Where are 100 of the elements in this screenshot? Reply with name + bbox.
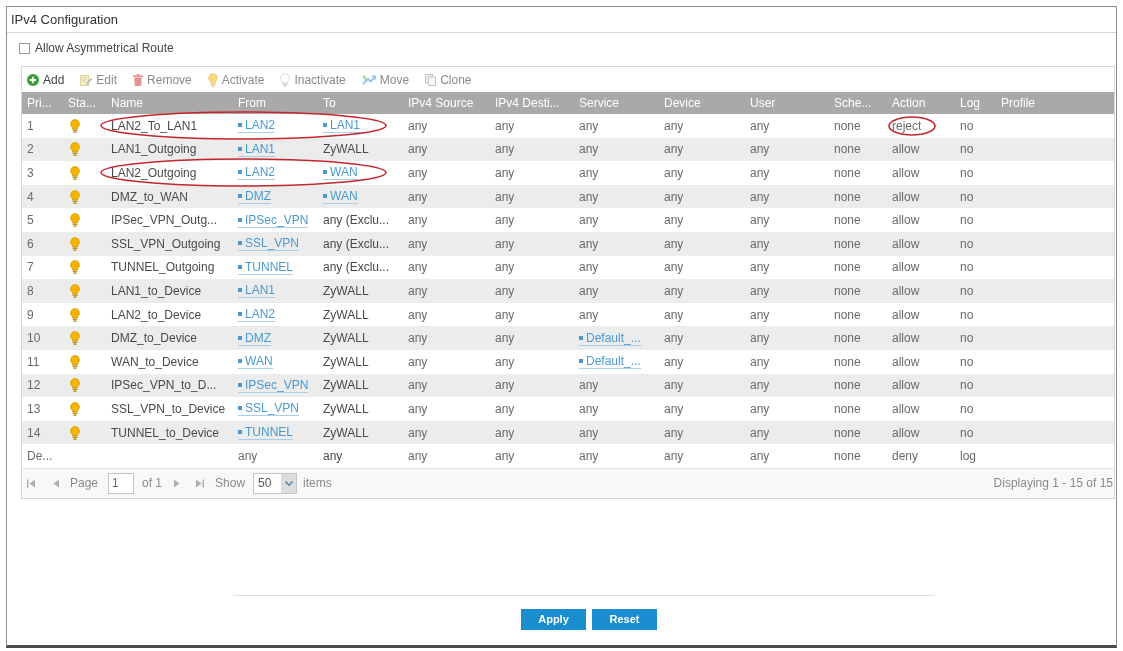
skip-end-icon[interactable] — [195, 478, 205, 488]
table-cell-text: none — [834, 259, 861, 277]
square-bullet-icon — [238, 170, 242, 175]
table-row[interactable]: 8 LAN1_to_Device LAN1 ZyWALL any any any any any none allow no — [22, 279, 1114, 303]
triangle-right-icon[interactable] — [174, 478, 181, 488]
table-cell-text: none — [834, 235, 861, 253]
table-row[interactable]: 10 DMZ_to_Device DMZ ZyWALL any any Default_... any any none allow no — [22, 326, 1114, 350]
table-cell-text: any — [579, 259, 599, 277]
table-cell-text: no — [960, 141, 974, 159]
table-link[interactable]: LAN1 — [323, 118, 361, 134]
move-arrows-icon — [361, 73, 376, 86]
table-cell-text: DMZ_to_Device — [111, 330, 198, 348]
table-cell-text: 10 — [27, 330, 41, 348]
column-header[interactable]: IPv4 Desti... — [495, 94, 560, 112]
page-label: Page — [70, 475, 99, 493]
trash-icon — [133, 73, 144, 86]
square-bullet-icon — [238, 241, 242, 246]
table-link[interactable]: TUNNEL — [238, 425, 293, 440]
table-cell-text: 14 — [27, 424, 41, 442]
lightbulb-icon — [207, 72, 218, 87]
column-header[interactable]: Pri... — [27, 94, 52, 112]
table-cell-text: allow — [892, 259, 920, 277]
table-cell-text: no — [960, 235, 974, 253]
table-link[interactable]: WAN — [238, 354, 273, 370]
square-bullet-icon — [238, 382, 242, 387]
column-header[interactable]: To — [323, 94, 336, 112]
page-input[interactable]: 1 — [108, 472, 135, 494]
table-cell-text: WAN_to_Device — [111, 353, 199, 371]
table-cell-text: allow — [892, 330, 920, 348]
table-cell-text: any — [664, 188, 684, 206]
table-cell-text: any — [750, 117, 770, 135]
table-link[interactable]: Default_... — [579, 330, 641, 346]
table-link[interactable]: LAN2 — [238, 165, 276, 181]
table-row[interactable]: 12 IPSec_VPN_to_D... IPSec_VPN ZyWALL any any any any any none allow no — [22, 373, 1114, 398]
table-row[interactable]: 14 TUNNEL_to_Device TUNNEL ZyWALL any any any any any none allow no — [22, 420, 1114, 445]
table-link[interactable]: LAN1 — [238, 283, 276, 299]
column-header[interactable]: Device — [664, 94, 701, 112]
checkbox-label[interactable]: Allow Asymmetrical Route — [35, 39, 174, 57]
column-header[interactable]: Profile — [1001, 94, 1035, 112]
table-link[interactable]: LAN2 — [238, 307, 276, 323]
table-cell-text: no — [960, 188, 974, 206]
table-cell-text: 12 — [27, 377, 41, 395]
table-link[interactable]: LAN2 — [238, 118, 276, 134]
table-cell-text: any — [664, 377, 684, 395]
table-cell-text: DMZ_to_WAN — [111, 188, 188, 206]
checkbox[interactable] — [19, 42, 30, 54]
table-row[interactable]: 6 SSL_VPN_Outgoing SSL_VPN any (Exclu... any any any any any none allow no — [22, 231, 1114, 256]
table-link[interactable]: DMZ — [238, 189, 271, 205]
table-cell-text: no — [960, 117, 974, 135]
table-link[interactable]: TUNNEL — [238, 259, 293, 275]
table-cell-text: ZyWALL — [323, 424, 369, 442]
column-header[interactable]: Action — [892, 94, 926, 112]
table-row[interactable]: 4 DMZ_to_WAN DMZ WAN any any any any any none allow no — [22, 184, 1114, 209]
page-size-select[interactable]: 50 — [253, 472, 298, 494]
table-cell-text: none — [834, 377, 861, 395]
table-cell-text: any — [579, 448, 599, 466]
table-cell-text: 7 — [27, 259, 34, 277]
table-cell-text: allow — [892, 377, 920, 395]
table-link[interactable]: SSL_VPN — [238, 236, 300, 252]
table-link[interactable]: WAN — [323, 189, 358, 205]
square-bullet-icon — [579, 335, 583, 340]
column-header[interactable]: Service — [579, 94, 619, 112]
table-cell-text: any (Exclu... — [323, 235, 390, 253]
table-link[interactable]: DMZ — [238, 330, 271, 346]
action-button[interactable]: Apply — [521, 608, 586, 630]
table-cell-text: De... — [27, 448, 53, 466]
column-header[interactable]: Sche... — [834, 94, 872, 112]
column-header[interactable]: Name — [111, 94, 143, 112]
square-bullet-icon — [323, 123, 327, 128]
table-cell-text: any — [750, 306, 770, 324]
display-summary: Displaying 1 - 15 of 15 — [993, 475, 1113, 493]
column-header[interactable]: Sta... — [68, 94, 96, 112]
table-cell-text: any — [495, 165, 515, 182]
table-link[interactable]: SSL_VPN — [238, 401, 300, 417]
column-header[interactable]: From — [238, 94, 266, 112]
column-header[interactable]: IPv4 Source — [408, 94, 474, 112]
table-cell-text: any — [408, 400, 428, 418]
square-bullet-icon — [238, 288, 242, 293]
table-cell-text: 13 — [27, 400, 41, 418]
table-link[interactable]: WAN — [323, 165, 358, 181]
toolbar-button[interactable]: Add — [27, 70, 65, 89]
table-link[interactable]: Default_... — [579, 354, 641, 370]
square-bullet-icon — [579, 359, 583, 364]
table-cell-text: ZyWALL — [323, 330, 369, 348]
table-link[interactable]: IPSec_VPN — [238, 377, 309, 393]
lightbulb-outline-icon — [280, 72, 291, 87]
table-cell-text: any — [408, 353, 428, 371]
skip-start-icon[interactable] — [27, 478, 36, 488]
items-label: items — [303, 475, 332, 493]
table-cell-text: any (Exclu... — [323, 259, 390, 277]
column-header[interactable]: Log — [960, 94, 981, 112]
action-button[interactable]: Reset — [592, 608, 657, 630]
table-cell-text: none — [834, 400, 861, 418]
triangle-left-icon[interactable] — [53, 478, 59, 488]
table-link[interactable]: LAN1 — [238, 141, 276, 157]
table-cell-text: any — [664, 141, 684, 159]
table-cell-text: any — [579, 424, 599, 442]
table-link[interactable]: IPSec_VPN — [238, 212, 309, 228]
column-header[interactable]: User — [750, 94, 776, 112]
table-row[interactable]: 2 LAN1_Outgoing LAN1 ZyWALL any any any any any none allow no — [22, 137, 1114, 162]
